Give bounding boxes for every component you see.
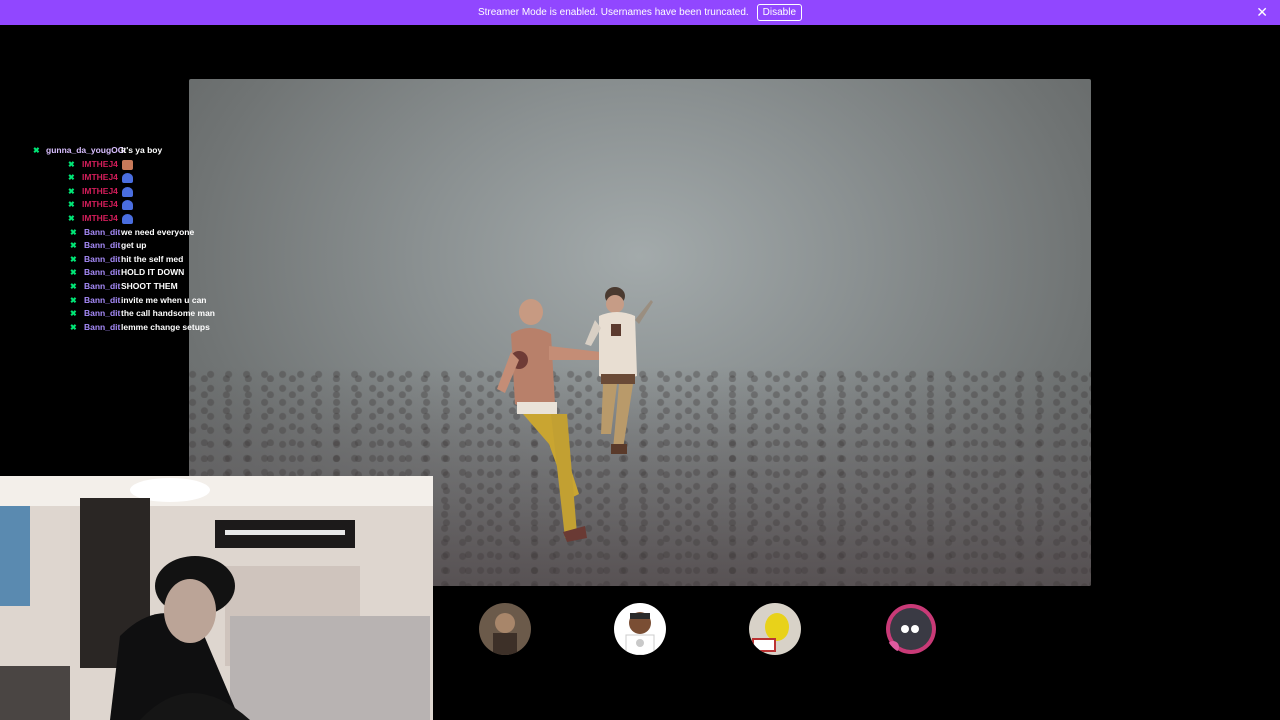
chat-message: ✖ Bann_dit lemme change setups [0,321,260,335]
face-emote-icon [122,159,133,170]
chat-message: ✖ IMTHEJ4 [0,158,260,172]
chat-username[interactable]: Bann_dit [84,321,120,335]
chat-username[interactable]: Bann_dit [84,253,120,267]
blue-bird-emote-icon [122,200,133,211]
chat-text: hit the self med [121,253,184,264]
chat-username[interactable]: IMTHEJ4 [82,158,118,172]
webcam-image [0,476,433,720]
chat-username[interactable]: gunna_da_yougOG [46,144,124,158]
blue-bird-emote-icon [122,173,133,184]
chat-text: It's ya boy [121,145,163,155]
subscriber-badge-icon: ✖ [70,254,77,264]
subscriber-badge-icon: ✖ [70,227,77,237]
chat-username[interactable]: IMTHEJ4 [82,185,118,199]
chat-message: ✖ Bann_dit get up [0,239,260,253]
chat-message: ✖ Bann_dit invite me when u can [0,294,260,308]
bearded-man-avatar-icon [479,603,531,655]
subscriber-badge-icon: ✖ [70,322,77,332]
chat-username[interactable]: Bann_dit [84,226,120,240]
chat-message: ✖ IMTHEJ4 [0,198,260,212]
webcam-feed [0,476,433,720]
chat-username[interactable]: Bann_dit [84,280,120,294]
squad-tile-2[interactable] [575,592,705,666]
squad-tile-1[interactable] [440,592,570,666]
subscriber-badge-icon: ✖ [68,213,75,223]
chat-message: ✖ Bann_dit hit the self med [0,253,260,267]
chat-message: ✖ Bann_dit we need everyone [0,226,260,240]
chat-text: invite me when u can [121,294,207,305]
streamer-mode-banner: Streamer Mode is enabled. Usernames have… [0,0,1280,25]
subscriber-badge-icon: ✖ [68,200,75,210]
subscriber-badge-icon: ✖ [68,159,75,169]
squad-tile-3[interactable] [710,592,840,666]
man-with-chain-avatar-icon [614,603,666,655]
chat-message: ✖ gunna_da_yougOG It's ya boy [0,144,260,158]
chat-text: lemme change setups [121,321,210,332]
chat-text: HOLD IT DOWN [121,267,185,278]
chat-username[interactable]: IMTHEJ4 [82,212,118,226]
squad-tile-4[interactable] [846,592,976,666]
chat-message: ✖ Bann_dit the call handsome man [0,307,260,321]
subscriber-badge-icon: ✖ [70,268,77,278]
chat-message: ✖ IMTHEJ4 [0,212,260,226]
chat-username[interactable]: IMTHEJ4 [82,198,118,212]
subscriber-badge-icon: ✖ [70,309,77,319]
chat-username[interactable]: IMTHEJ4 [82,171,118,185]
chat-text: we need everyone [121,226,195,237]
chat-message: ✖ IMTHEJ4 [0,171,260,185]
fighter-character-2 [585,287,653,454]
chat-text: get up [121,240,147,251]
anime-character-avatar-icon [885,603,937,655]
blue-bird-emote-icon [122,186,133,197]
yellow-character-avatar-icon [749,603,801,655]
chat-text: the call handsome man [121,308,215,319]
chat-username[interactable]: Bann_dit [84,307,120,321]
chat-username[interactable]: Bann_dit [84,294,120,308]
close-icon[interactable]: ✕ [1256,4,1268,20]
subscriber-badge-icon: ✖ [70,241,77,251]
subscriber-badge-icon: ✖ [33,146,40,155]
chat-username[interactable]: Bann_dit [84,266,120,280]
chat-message: ✖ Bann_dit SHOOT THEM [0,280,260,294]
subscriber-badge-icon: ✖ [68,186,75,196]
subscriber-badge-icon: ✖ [70,295,77,305]
chat-text: SHOOT THEM [121,280,178,291]
subscriber-badge-icon: ✖ [70,281,77,291]
banner-message: Streamer Mode is enabled. Usernames have… [477,7,749,18]
chat-overlay: ✖ gunna_da_yougOG It's ya boy ✖ IMTHEJ4 … [0,144,260,334]
chat-username[interactable]: Bann_dit [84,239,120,253]
chat-message: ✖ Bann_dit HOLD IT DOWN [0,266,260,280]
disable-streamer-mode-button[interactable]: Disable [756,4,803,21]
chat-message: ✖ IMTHEJ4 [0,185,260,199]
subscriber-badge-icon: ✖ [68,173,75,183]
blue-bird-emote-icon [122,213,133,224]
